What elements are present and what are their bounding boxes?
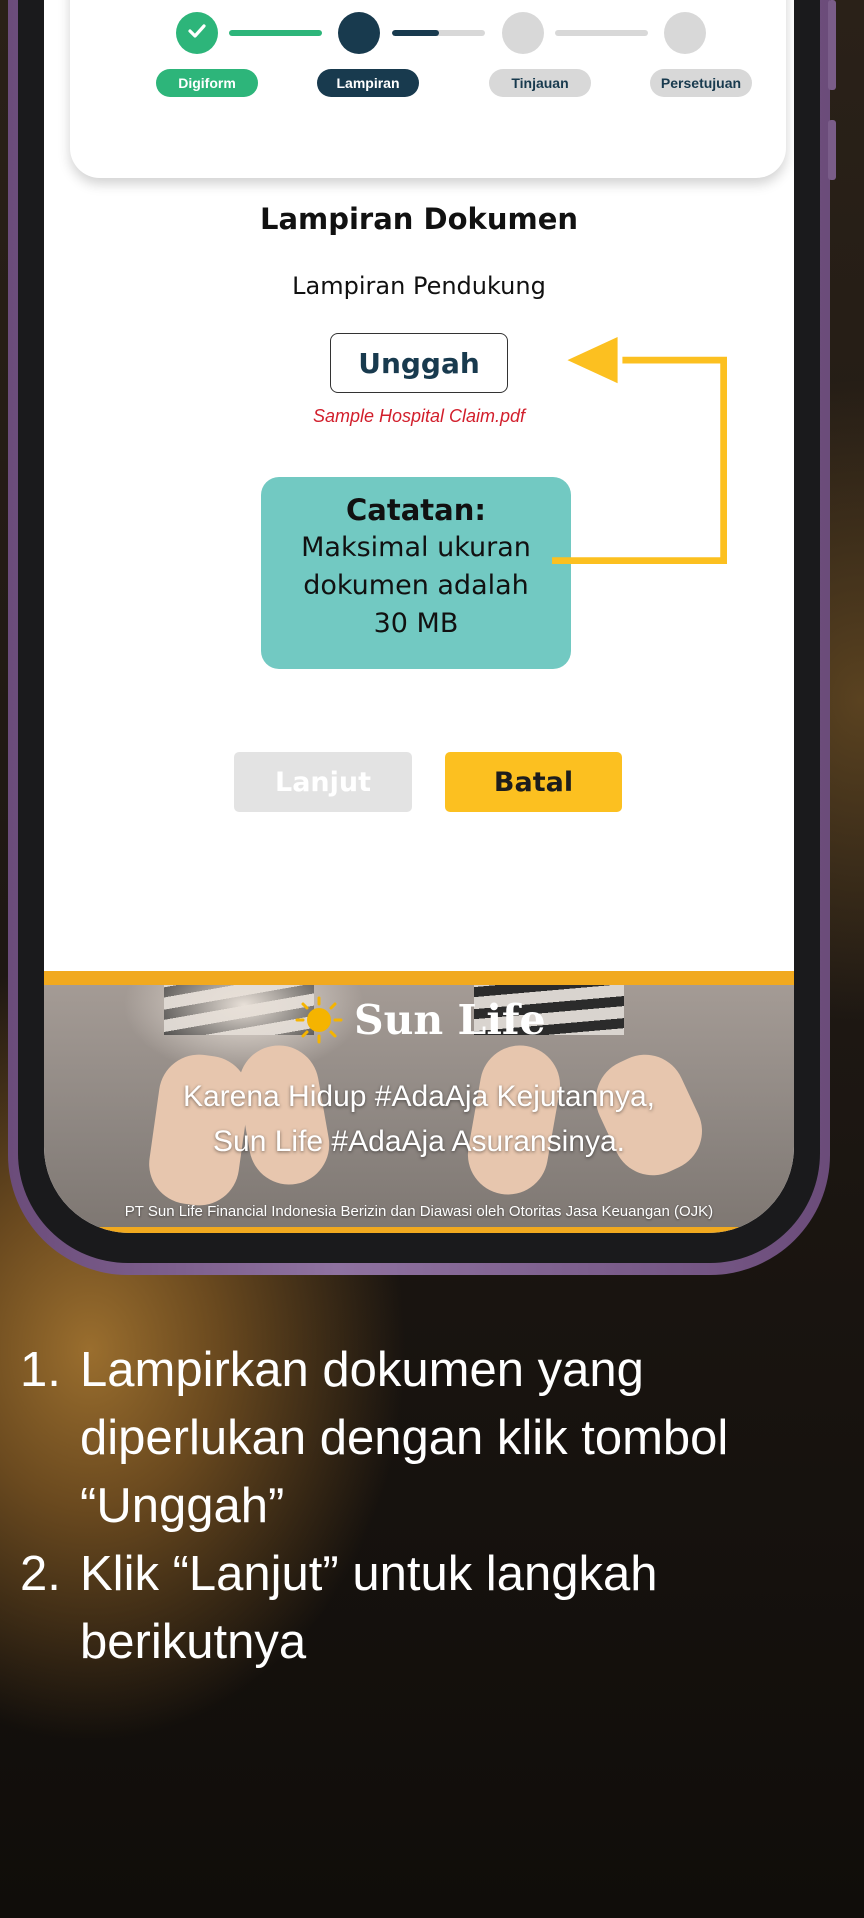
sunlife-ad-banner: Sun Life Karena Hidup #AdaAja Kejutannya… — [44, 971, 794, 1233]
step-line-2 — [392, 30, 485, 36]
step-label-digiform: Digiform — [156, 69, 258, 97]
side-button — [828, 0, 836, 90]
step-label-persetujuan: Persetujuan — [650, 69, 752, 97]
banner-bottom-stripe — [44, 1227, 794, 1233]
sun-icon — [295, 996, 343, 1044]
baby-foot-image — [461, 1039, 567, 1201]
phone-bezel: Digiform Lampiran Tinjauan Persetujuan L… — [18, 0, 820, 1263]
side-button — [828, 120, 836, 180]
step-dot-digiform — [176, 12, 218, 54]
note-line: dokumen adalah — [303, 570, 529, 601]
list-item-text: Lampirkan dokumen yang diperlukan dengan… — [80, 1343, 729, 1533]
banner-tagline-1: Karena Hidup #AdaAja Kejutannya, — [182, 1080, 655, 1113]
upload-button[interactable]: Unggah — [330, 333, 508, 393]
uploaded-file-name[interactable]: Sample Hospital Claim.pdf — [44, 406, 794, 427]
note-title: Catatan: — [346, 493, 486, 527]
list-item-text: Klik “Lanjut” untuk langkah berikutnya — [80, 1547, 658, 1669]
step-line-1 — [229, 30, 322, 36]
step-dot-persetujuan — [664, 12, 706, 54]
stepper-card: Digiform Lampiran Tinjauan Persetujuan — [70, 0, 786, 178]
step-dot-lampiran — [338, 12, 380, 54]
note-line: Maksimal ukuran — [301, 532, 531, 563]
next-button[interactable]: Lanjut — [234, 752, 412, 812]
list-item-number: 2. — [20, 1547, 61, 1601]
baby-foot-image — [232, 1039, 336, 1191]
banner-tagline-2: Sun Life #AdaAja Asuransinya. — [213, 1125, 625, 1158]
note-callout: Catatan: Maksimal ukuran dokumen adalah … — [261, 477, 571, 669]
instruction-list: 1. Lampirkan dokumen yang diperlukan den… — [20, 1336, 864, 1676]
step-label-tinjauan: Tinjauan — [489, 69, 591, 97]
brand-name: Sun Life — [354, 996, 546, 1044]
note-line: 30 MB — [373, 608, 459, 639]
cancel-button[interactable]: Batal — [445, 752, 622, 812]
step-dot-tinjauan — [502, 12, 544, 54]
step-progress-fill — [392, 30, 439, 36]
step-line-3 — [555, 30, 648, 36]
app-screen: Digiform Lampiran Tinjauan Persetujuan L… — [44, 0, 794, 1233]
sunlife-logo: Sun Life — [294, 995, 546, 1045]
baby-foot-image — [582, 1041, 716, 1189]
list-item: 2. Klik “Lanjut” untuk langkah berikutny… — [20, 1540, 864, 1676]
check-icon — [188, 24, 206, 38]
step-label-lampiran: Lampiran — [317, 69, 419, 97]
banner-legal-text: PT Sun Life Financial Indonesia Berizin … — [124, 1203, 714, 1220]
list-item: 1. Lampirkan dokumen yang diperlukan den… — [20, 1336, 864, 1540]
page-title: Lampiran Dokumen — [259, 202, 579, 236]
phone-frame: Digiform Lampiran Tinjauan Persetujuan L… — [8, 0, 836, 1275]
attachment-label: Lampiran Pendukung — [292, 272, 546, 300]
list-item-number: 1. — [20, 1343, 61, 1397]
